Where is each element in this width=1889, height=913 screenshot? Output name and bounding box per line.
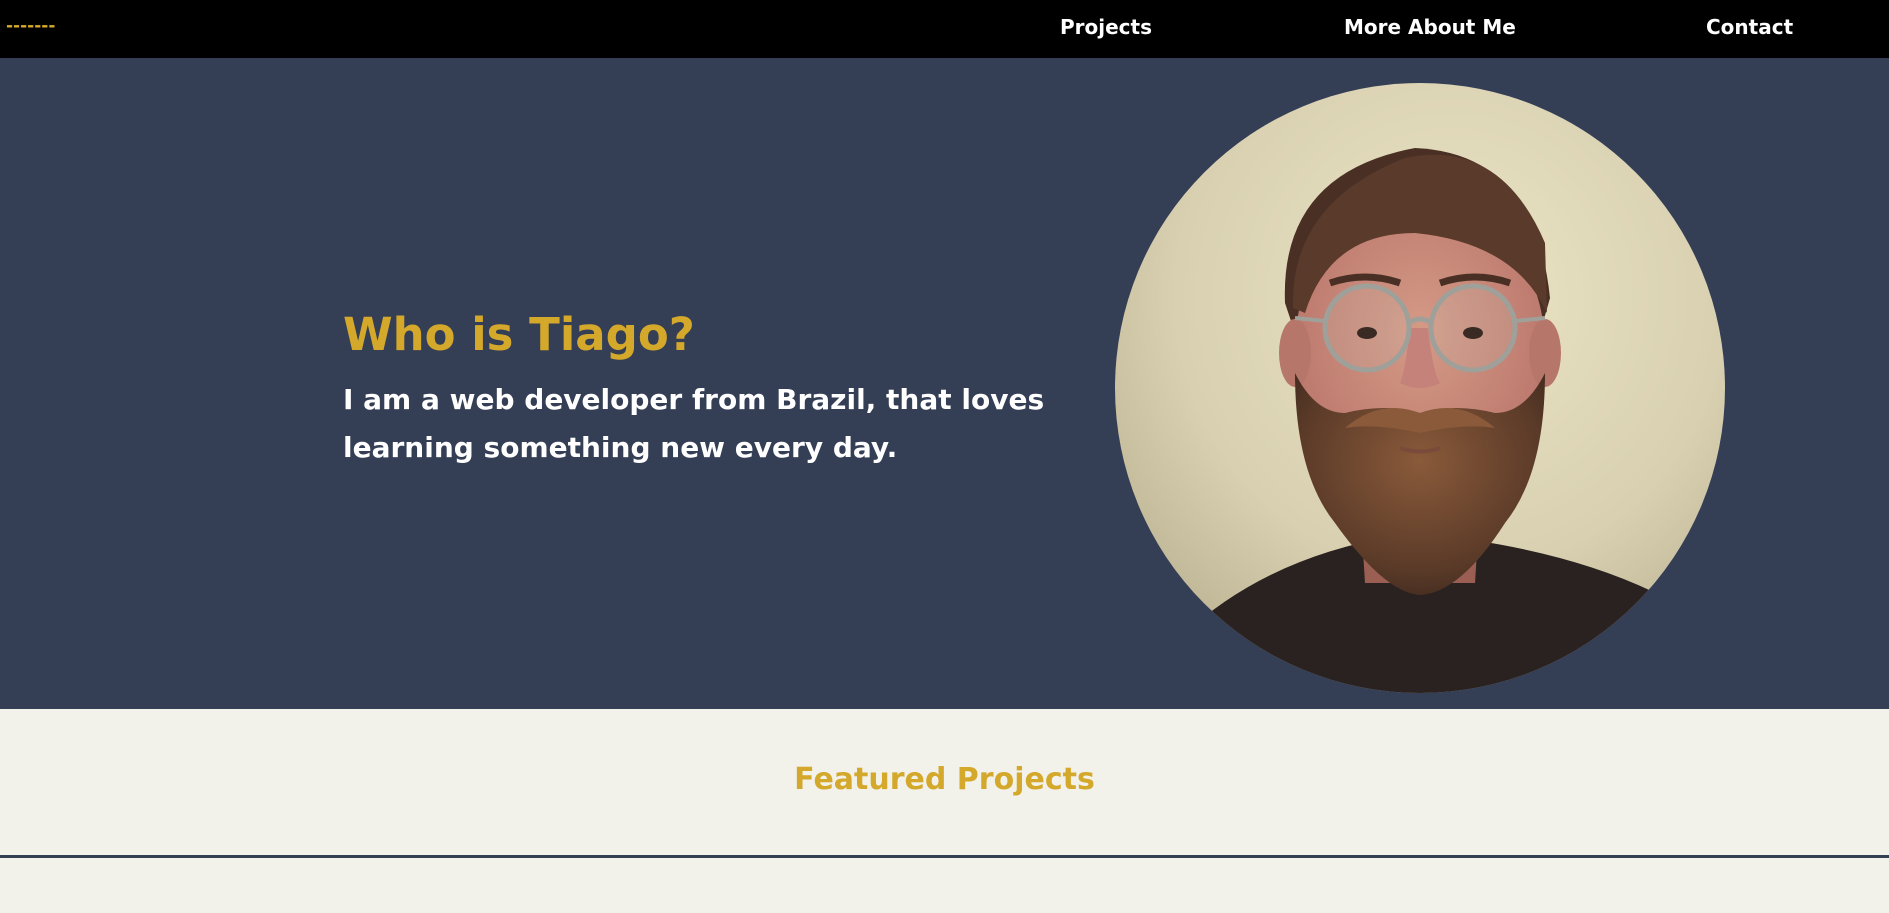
hero-subtitle: I am a web developer from Brazil, that l…: [343, 383, 1045, 464]
section-divider: [0, 855, 1889, 858]
featured-projects-title: Featured Projects: [794, 762, 1095, 797]
avatar-icon: [1115, 83, 1725, 693]
nav-link-more-about-me[interactable]: More About Me: [1344, 13, 1516, 41]
hero-title: Who is Tiago?: [343, 308, 695, 361]
nav-link-contact[interactable]: Contact: [1706, 13, 1793, 41]
logo[interactable]: -------: [6, 13, 55, 39]
profile-photo: [1115, 83, 1725, 693]
nav-link-projects[interactable]: Projects: [1060, 13, 1152, 41]
top-nav: ------- Projects More About Me Contact: [0, 0, 1889, 58]
